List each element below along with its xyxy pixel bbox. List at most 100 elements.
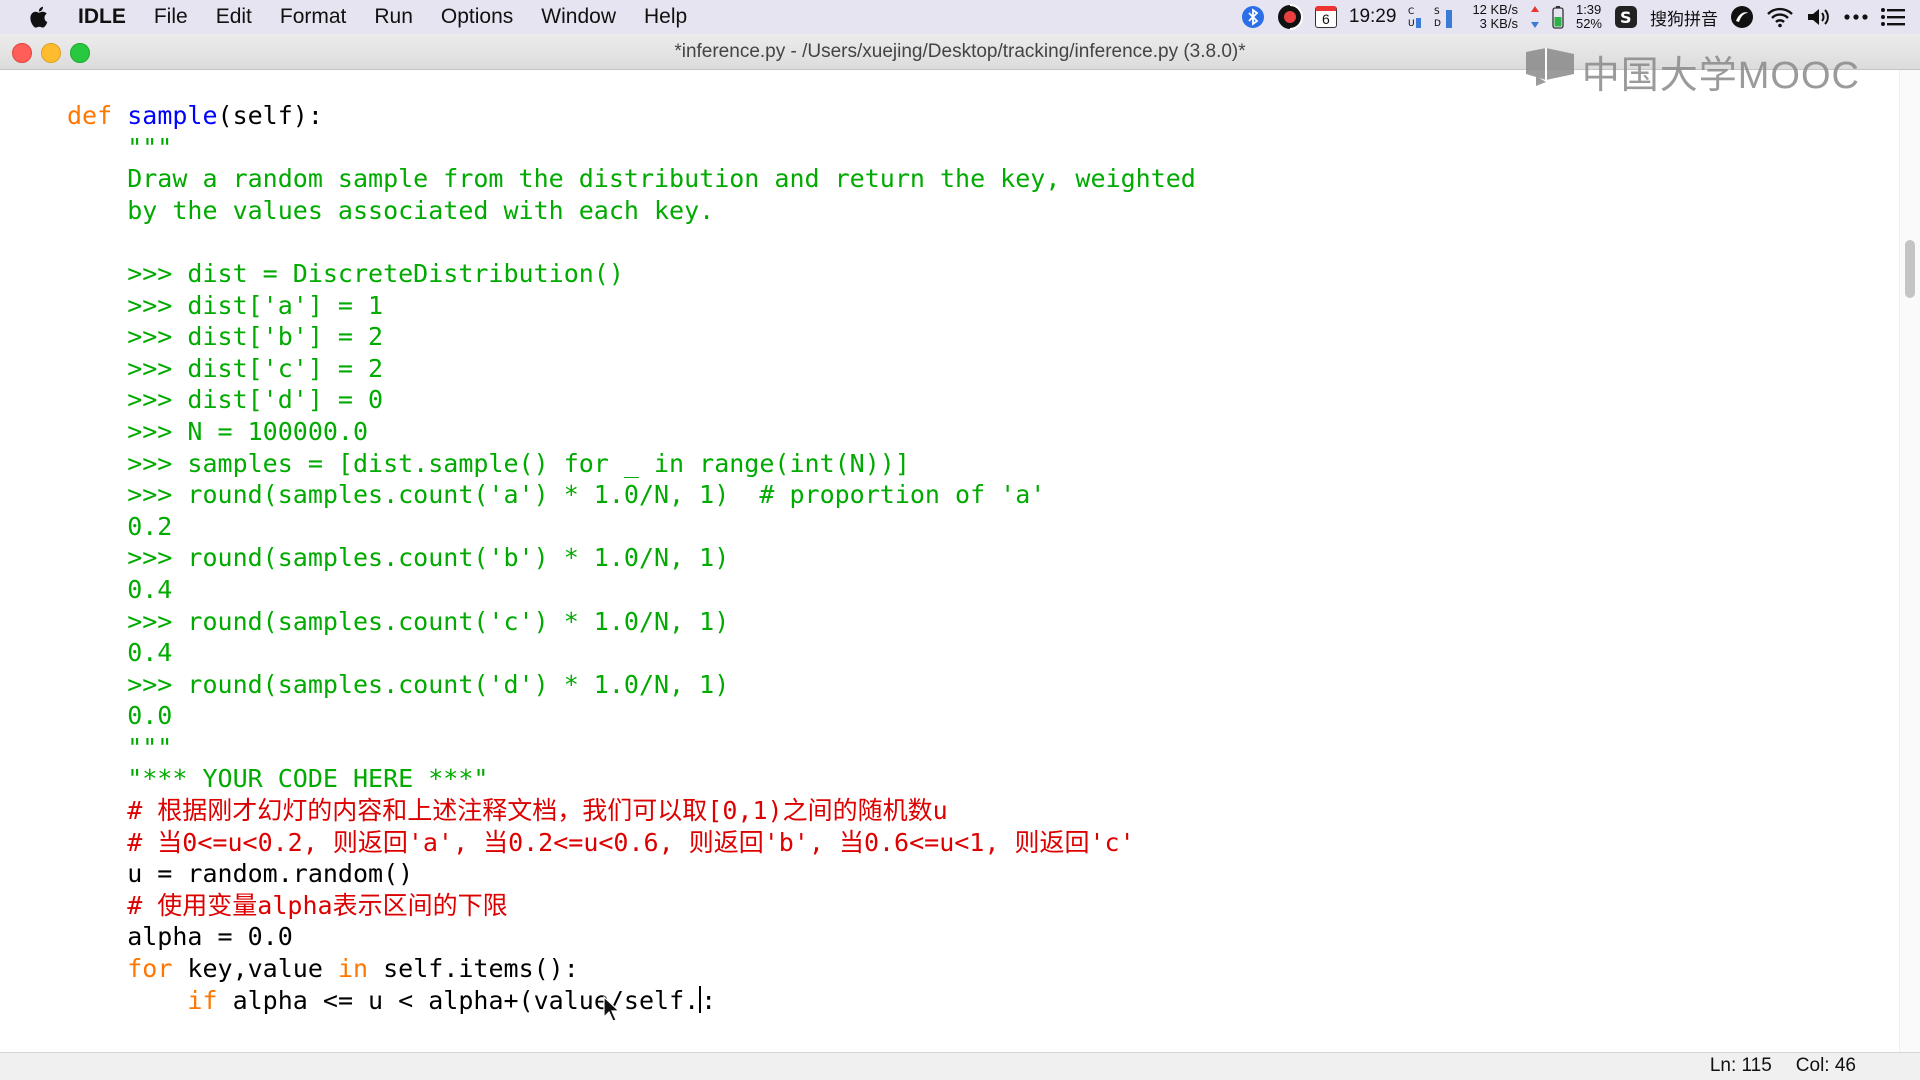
code-token: >>> round(samples.count('c') * 1.0/N, 1) [67,606,730,636]
column-number: Col: 46 [1795,1055,1856,1076]
menu-options[interactable]: Options [427,0,527,34]
code-token: def [67,101,128,130]
menu-run[interactable]: Run [360,0,427,34]
status-bar: Ln: 115 Col: 46 [0,1052,1920,1080]
code-line[interactable] [67,226,1196,258]
more-icon[interactable] [1844,13,1868,21]
cpu-meter-icon: CU [1408,4,1422,30]
code-token: if [187,985,218,1015]
code-token: >>> samples = [dist.sample() for _ in ra… [67,448,910,478]
code-line[interactable]: 0.4 [67,574,1196,606]
code-token: sample [127,101,218,130]
code-token: "*** YOUR CODE HERE ***" [67,764,489,794]
code-token: """ [67,732,173,762]
bluetooth-icon[interactable] [1241,5,1265,29]
net-down: 3 KB/s [1479,16,1518,31]
app-icon[interactable] [1277,4,1303,30]
code-line[interactable]: >>> dist = DiscreteDistribution() [67,258,1196,290]
disk-meter-icon: SD [1434,4,1460,30]
net-up: 12 KB/s [1472,2,1518,17]
wifi-icon[interactable] [1766,6,1794,28]
code-line[interactable]: "*** YOUR CODE HERE ***" [67,763,1196,795]
calendar-icon[interactable]: 6 [1314,6,1337,28]
svg-text:D: D [1434,19,1441,29]
code-line[interactable]: 0.0 [67,700,1196,732]
code-line[interactable]: >>> dist['a'] = 1 [67,290,1196,322]
code-token: 0.4 [67,574,173,604]
code-line[interactable]: u = random.random() [67,858,1196,890]
code-token: : [701,985,717,1015]
code-text[interactable]: def sample(self): """ Draw a random samp… [67,100,1196,1016]
code-line[interactable]: alpha = 0.0 [67,921,1196,953]
battery-percent: 52% [1575,16,1602,31]
menu-app-name[interactable]: IDLE [56,0,140,34]
menu-edit[interactable]: Edit [202,0,266,34]
code-token: """ [67,132,173,162]
code-line[interactable]: def sample(self): [67,100,1196,132]
code-line[interactable]: """ [67,732,1196,764]
volume-icon[interactable] [1806,6,1832,28]
code-line[interactable]: # 当0<=u<0.2, 则返回'a', 当0.2<=u<0.6, 则返回'b'… [67,827,1196,859]
code-token: # 当0<=u<0.2, 则返回'a', 当0.2<=u<0.6, 则返回'b'… [67,827,1135,857]
svg-text:U: U [1408,19,1415,29]
control-center-icon[interactable] [1880,7,1906,27]
code-line[interactable]: >>> samples = [dist.sample() for _ in ra… [67,448,1196,480]
menu-file[interactable]: File [140,0,202,34]
svg-text:C: C [1408,7,1414,17]
mooc-logo-icon [1524,46,1576,98]
code-line[interactable]: >>> dist['b'] = 2 [67,321,1196,353]
menu-help[interactable]: Help [630,0,701,34]
code-token: >>> dist['d'] = 0 [67,385,384,415]
code-token: >>> round(samples.count('b') * 1.0/N, 1) [67,543,730,573]
code-line[interactable]: # 使用变量alpha表示区间的下限 [67,890,1196,922]
code-line[interactable]: 0.4 [67,637,1196,669]
apple-menu-icon[interactable] [24,0,56,34]
code-editor[interactable]: def sample(self): """ Draw a random samp… [0,70,1900,1052]
code-line[interactable]: # 根据刚才幻灯的内容和上述注释文档，我们可以取[0,1)之间的随机数u [67,795,1196,827]
code-token: # 使用变量alpha表示区间的下限 [67,890,508,920]
code-line[interactable]: """ [67,132,1196,164]
svg-text:S: S [1434,7,1440,17]
menu-window[interactable]: Window [527,0,630,34]
code-line[interactable]: >>> N = 100000.0 [67,416,1196,448]
code-token: alpha = 0.0 [67,922,293,952]
sogou-icon[interactable]: S [1614,5,1638,29]
menu-format[interactable]: Format [266,0,361,34]
code-token: >>> dist['c'] = 2 [67,353,384,383]
code-line[interactable]: Draw a random sample from the distributi… [67,163,1196,195]
app2-icon[interactable] [1730,5,1754,29]
code-token: >>> N = 100000.0 [67,416,369,446]
code-line[interactable]: >>> dist['c'] = 2 [67,353,1196,385]
status-area: 6 19:29 CU SD 12 KB/s 3 KB/s 1:39 52% S … [1241,0,1906,34]
menu-bar: IDLE File Edit Format Run Options Window… [0,0,1920,34]
code-token: >>> dist = DiscreteDistribution() [67,258,624,288]
clock-time[interactable]: 19:29 [1349,6,1397,28]
code-token: >>> dist['a'] = 1 [67,290,384,320]
svg-text:S: S [1620,8,1632,27]
code-line[interactable]: for key,value in self.items(): [67,953,1196,985]
mouse-cursor-icon [603,996,621,1022]
code-token: alpha <= u < alpha+(value/self. [217,985,700,1015]
code-token: 0.0 [67,701,173,731]
code-line[interactable]: >>> round(samples.count('c') * 1.0/N, 1) [67,606,1196,638]
code-token: # 根据刚才幻灯的内容和上述注释文档，我们可以取[0,1)之间的随机数u [67,796,948,826]
line-number: Ln: 115 [1709,1055,1772,1076]
code-token: in [337,954,369,984]
vertical-scrollbar[interactable] [1899,70,1920,1052]
watermark: 中国大学MOOC [1524,44,1860,99]
code-line[interactable]: >>> round(samples.count('a') * 1.0/N, 1)… [67,479,1196,511]
code-token: self.items(): [368,954,579,984]
code-token: (self): [217,101,323,130]
code-line[interactable]: >>> round(samples.count('b') * 1.0/N, 1) [67,542,1196,574]
input-method-label[interactable]: 搜狗拼音 [1650,5,1718,30]
code-token: for [127,954,173,984]
code-line[interactable]: >>> dist['d'] = 0 [67,384,1196,416]
code-line[interactable]: >>> round(samples.count('d') * 1.0/N, 1) [67,669,1196,701]
battery-time: 1:39 [1575,2,1602,17]
scrollbar-thumb[interactable] [1905,240,1915,298]
code-line[interactable]: if alpha <= u < alpha+(value/self.: [67,985,1196,1017]
network-speed: 12 KB/s 3 KB/s [1472,3,1518,31]
code-line[interactable]: by the values associated with each key. [67,195,1196,227]
code-line[interactable]: 0.2 [67,511,1196,543]
